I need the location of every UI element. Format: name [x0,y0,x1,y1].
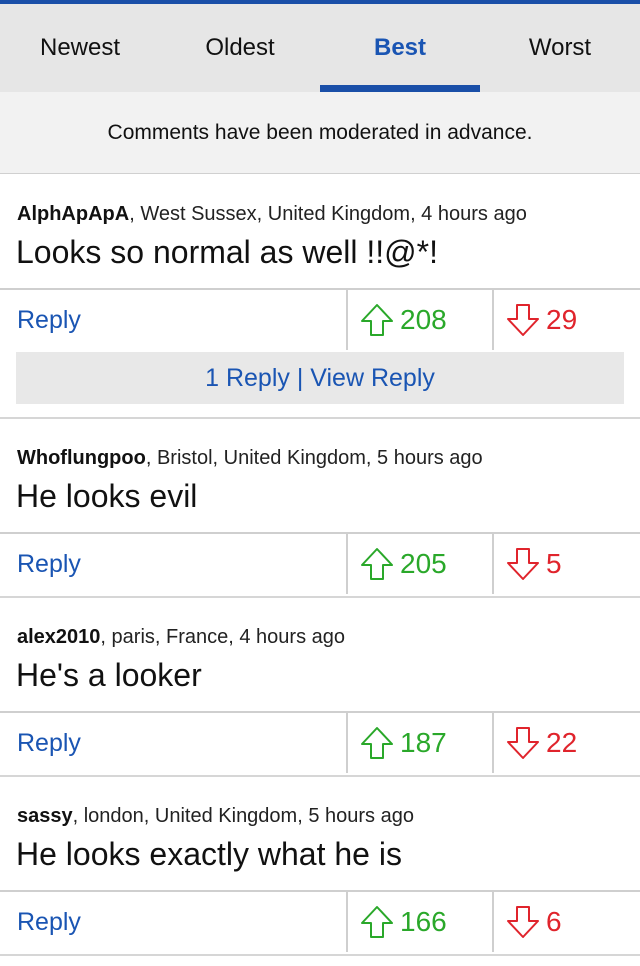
downvote-count: 29 [546,304,578,335]
reply-button[interactable]: Reply [17,892,81,952]
tab-worst[interactable]: Worst [480,4,640,92]
comment-item: sassy, london, United Kingdom, 5 hours a… [0,777,640,956]
comment-location-time: , london, United Kingdom, 5 hours ago [72,805,414,827]
upvote-button[interactable]: 205 [346,534,493,594]
downvote-button[interactable]: 5 [492,534,640,594]
arrow-up-icon [361,727,393,759]
comment-location-time: , paris, France, 4 hours ago [100,626,345,648]
comment-meta: sassy, london, United Kingdom, 5 hours a… [17,805,414,828]
downvote-count: 22 [546,727,578,758]
comment-item: AlphApApA, West Sussex, United Kingdom, … [0,174,640,419]
comment-meta: AlphApApA, West Sussex, United Kingdom, … [17,203,527,226]
upvote-button[interactable]: 187 [346,713,493,773]
arrow-up-icon [361,304,393,336]
tab-newest[interactable]: Newest [0,4,160,92]
comment-text: He looks exactly what he is [16,836,402,872]
comment-username[interactable]: sassy [17,805,73,827]
comment-actions: Reply 187 22 [0,711,640,773]
comment-location-time: , Bristol, United Kingdom, 5 hours ago [145,447,483,469]
upvote-button[interactable]: 208 [346,290,493,350]
comment-text: He looks evil [16,478,198,514]
downvote-count: 5 [546,548,562,579]
tab-oldest[interactable]: Oldest [160,4,320,92]
arrow-down-icon [507,906,539,938]
comment-username[interactable]: Whoflungpoo [17,447,146,469]
reply-button[interactable]: Reply [17,290,81,350]
tab-label: Worst [528,34,592,61]
downvote-button[interactable]: 6 [492,892,640,952]
tab-label: Best [373,34,427,61]
downvote-button[interactable]: 22 [492,713,640,773]
upvote-count: 187 [400,727,447,758]
upvote-count: 166 [400,906,447,937]
arrow-down-icon [507,304,539,336]
comment-actions: Reply 205 5 [0,532,640,594]
tab-label: Newest [39,34,121,61]
downvote-button[interactable]: 29 [492,290,640,350]
arrow-up-icon [361,548,393,580]
comment-location-time: , West Sussex, United Kingdom, 4 hours a… [129,203,527,225]
view-replies-link[interactable]: 1 Reply | View Reply [16,352,624,404]
comment-text: He's a looker [16,657,202,693]
arrow-down-icon [507,727,539,759]
comment-username[interactable]: alex2010 [17,626,100,648]
reply-button[interactable]: Reply [17,534,81,594]
upvote-button[interactable]: 166 [346,892,493,952]
upvote-count: 208 [400,304,447,335]
tab-best[interactable]: Best [320,4,480,92]
upvote-count: 205 [400,548,447,579]
tab-label: Oldest [205,34,275,61]
moderation-notice: Comments have been moderated in advance. [0,92,640,174]
reply-button[interactable]: Reply [17,713,81,773]
arrow-up-icon [361,906,393,938]
comment-item: alex2010, paris, France, 4 hours ago He'… [0,598,640,777]
comment-text: Looks so normal as well !!@*! [16,234,438,270]
comment-meta: Whoflungpoo, Bristol, United Kingdom, 5 … [17,447,483,470]
comment-actions: Reply 166 6 [0,890,640,952]
arrow-down-icon [507,548,539,580]
active-tab-indicator [320,85,480,92]
comment-item: Whoflungpoo, Bristol, United Kingdom, 5 … [0,419,640,598]
comment-actions: Reply 208 29 [0,288,640,350]
downvote-count: 6 [546,906,562,937]
comment-username[interactable]: AlphApApA [17,203,129,225]
sort-tabs: Newest Oldest Best Worst [0,4,640,92]
comment-meta: alex2010, paris, France, 4 hours ago [17,626,345,649]
